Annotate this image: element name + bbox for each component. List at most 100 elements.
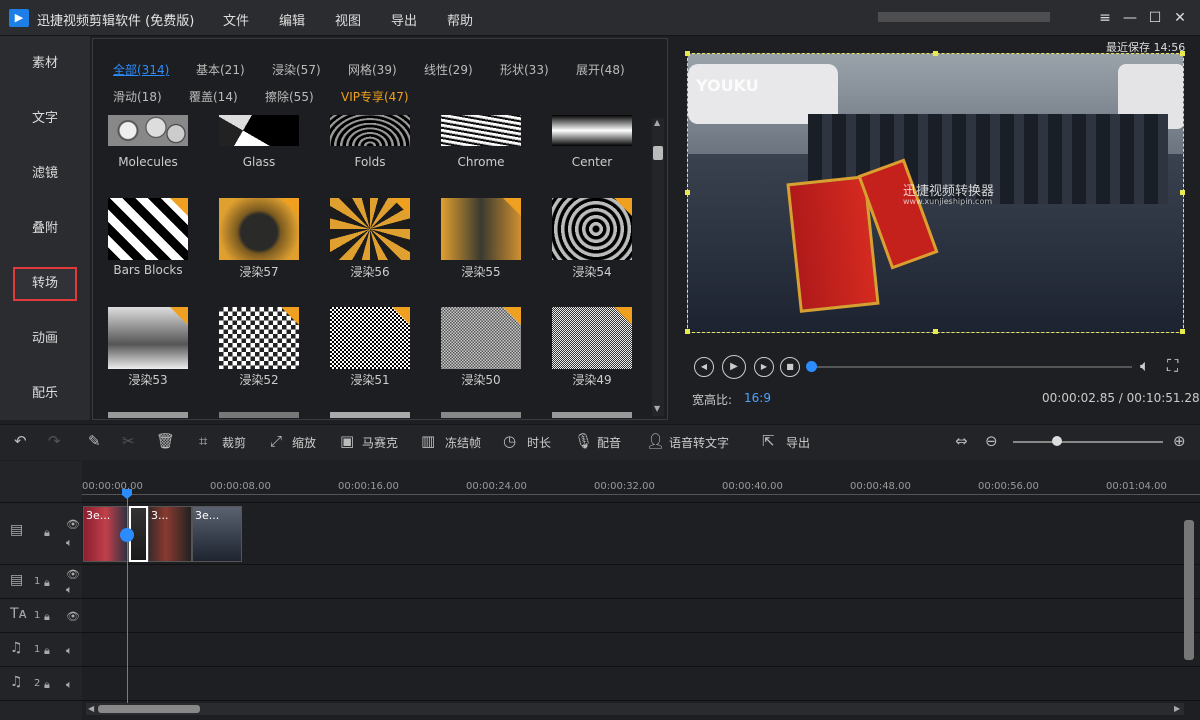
transition-thumb-dissolve55[interactable] bbox=[441, 198, 521, 260]
timeline-vscroll-thumb[interactable] bbox=[1184, 520, 1194, 660]
menu-view[interactable]: 视图 bbox=[335, 10, 361, 29]
fullscreen-icon[interactable]: ⛶ bbox=[1167, 356, 1178, 376]
speech-to-text-icon[interactable]: 👤︎ bbox=[646, 432, 665, 450]
redo-icon[interactable]: ↷ bbox=[48, 432, 61, 450]
video-clip[interactable]: 3e... bbox=[192, 506, 242, 562]
category-unfold[interactable]: 展开(48) bbox=[576, 61, 625, 78]
audio-icon[interactable]: 🔈︎ bbox=[66, 536, 73, 550]
visibility-icon[interactable]: 👁︎ bbox=[66, 610, 80, 623]
prev-frame-icon[interactable]: ◀ bbox=[694, 357, 714, 377]
resize-handle[interactable] bbox=[1180, 51, 1185, 56]
category-slide[interactable]: 滑动(18) bbox=[113, 88, 162, 105]
category-wipe[interactable]: 擦除(55) bbox=[265, 88, 314, 105]
menu-icon[interactable]: ≡ bbox=[1095, 8, 1115, 28]
playhead[interactable] bbox=[127, 494, 128, 704]
mosaic-icon[interactable]: ▣ bbox=[340, 432, 354, 450]
menu-edit[interactable]: 编辑 bbox=[279, 10, 305, 29]
transition-thumb-dissolve57[interactable] bbox=[219, 198, 299, 260]
minimize-button[interactable]: — bbox=[1120, 8, 1140, 28]
delete-icon[interactable]: 🗑︎ bbox=[156, 432, 175, 450]
lock-icon[interactable]: 🔒︎ bbox=[44, 644, 50, 658]
sidebar-item-music[interactable]: 配乐 bbox=[0, 366, 90, 421]
stop-icon[interactable]: ■ bbox=[780, 357, 800, 377]
undo-icon[interactable]: ↶ bbox=[14, 432, 27, 450]
sidebar-item-text[interactable]: 文字 bbox=[0, 91, 90, 146]
resize-handle[interactable] bbox=[1180, 190, 1185, 195]
mosaic-button[interactable]: 马赛克 bbox=[362, 434, 398, 451]
transition-thumb-partial[interactable] bbox=[219, 412, 299, 418]
transition-thumb-dissolve49[interactable] bbox=[552, 307, 632, 369]
playback-progress-knob[interactable] bbox=[806, 361, 817, 372]
duration-icon[interactable]: ◷ bbox=[503, 432, 516, 450]
zoom-out-icon[interactable]: ⊖ bbox=[985, 432, 998, 450]
fit-timeline-icon[interactable]: ⇔ bbox=[955, 432, 968, 450]
audio-icon[interactable]: 🔈︎ bbox=[66, 644, 73, 658]
category-linear[interactable]: 线性(29) bbox=[424, 61, 473, 78]
sidebar-item-animation[interactable]: 动画 bbox=[0, 311, 90, 366]
category-dissolve[interactable]: 浸染(57) bbox=[272, 61, 321, 78]
resize-handle[interactable] bbox=[685, 190, 690, 195]
sidebar-item-transitions[interactable]: 转场 bbox=[0, 256, 90, 311]
transition-thumb-partial[interactable] bbox=[108, 412, 188, 418]
cut-icon[interactable]: ✂ bbox=[122, 432, 135, 450]
resize-handle[interactable] bbox=[933, 51, 938, 56]
timeline-zoom-slider[interactable] bbox=[1013, 441, 1163, 443]
resize-handle[interactable] bbox=[685, 51, 690, 56]
microphone-icon[interactable]: 🎙︎ bbox=[574, 432, 593, 450]
lock-icon[interactable]: 🔒︎ bbox=[44, 576, 50, 590]
transition-thumb-molecules[interactable] bbox=[108, 115, 188, 146]
transition-thumb-partial[interactable] bbox=[552, 412, 632, 418]
crop-button[interactable]: 裁剪 bbox=[222, 434, 246, 451]
category-vip[interactable]: VIP专享(47) bbox=[341, 88, 409, 105]
freeze-frame-button[interactable]: 冻结帧 bbox=[445, 434, 481, 451]
category-shape[interactable]: 形状(33) bbox=[500, 61, 549, 78]
transition-thumb-dissolve50[interactable] bbox=[441, 307, 521, 369]
transition-thumb-partial[interactable] bbox=[441, 412, 521, 418]
resize-handle[interactable] bbox=[933, 329, 938, 334]
video-clip[interactable]: 3... bbox=[148, 506, 192, 562]
lock-icon[interactable]: 🔒︎ bbox=[44, 678, 50, 692]
scroll-right-icon[interactable]: ▶ bbox=[1174, 704, 1180, 713]
transition-thumb-dissolve54[interactable] bbox=[552, 198, 632, 260]
visibility-icon[interactable]: 👁︎ bbox=[66, 568, 80, 581]
zoom-in-icon[interactable]: ⊕ bbox=[1173, 432, 1186, 450]
transition-thumb-dissolve53[interactable] bbox=[108, 307, 188, 369]
maximize-button[interactable]: ☐ bbox=[1145, 8, 1165, 28]
timeline-hscrollbar[interactable] bbox=[86, 703, 1184, 715]
menu-export[interactable]: 导出 bbox=[391, 10, 417, 29]
video-preview[interactable]: YOUKU 迅捷视频转换器 www.xunjieshipin.com bbox=[687, 53, 1184, 333]
transition-thumb-center[interactable] bbox=[552, 115, 632, 146]
transition-thumb-dissolve56[interactable] bbox=[330, 198, 410, 260]
panel-scroll-thumb[interactable] bbox=[653, 146, 663, 160]
play-icon[interactable]: ▶ bbox=[722, 355, 746, 379]
transition-thumb-glass[interactable] bbox=[219, 115, 299, 146]
volume-icon[interactable]: 🔈︎ bbox=[1140, 356, 1150, 376]
category-all[interactable]: 全部(314) bbox=[113, 61, 169, 78]
sidebar-item-overlay[interactable]: 叠附 bbox=[0, 201, 90, 256]
voiceover-button[interactable]: 配音 bbox=[597, 434, 621, 451]
audio-icon[interactable]: 🔈︎ bbox=[66, 583, 73, 597]
zoom-tool-icon[interactable]: ⤢ bbox=[270, 432, 282, 450]
transition-thumb-bars-blocks[interactable] bbox=[108, 198, 188, 260]
transition-thumb-dissolve51[interactable] bbox=[330, 307, 410, 369]
sidebar-item-filters[interactable]: 滤镜 bbox=[0, 146, 90, 201]
menu-help[interactable]: 帮助 bbox=[447, 10, 473, 29]
timeline-hscroll-thumb[interactable] bbox=[98, 705, 200, 713]
next-frame-icon[interactable]: ▶ bbox=[754, 357, 774, 377]
scroll-left-icon[interactable]: ◀ bbox=[88, 704, 94, 713]
scroll-up-icon[interactable]: ▲ bbox=[654, 118, 660, 127]
lock-icon[interactable]: 🔒︎ bbox=[44, 526, 50, 540]
resize-handle[interactable] bbox=[685, 329, 690, 334]
playback-progress-bar[interactable] bbox=[812, 366, 1132, 368]
transition-thumb-chrome[interactable] bbox=[441, 115, 521, 146]
aspect-ratio-value[interactable]: 16:9 bbox=[744, 391, 771, 405]
edit-icon[interactable]: ✎ bbox=[88, 432, 101, 450]
visibility-icon[interactable]: 👁︎ bbox=[66, 518, 80, 531]
crop-icon[interactable]: ⌗ bbox=[199, 432, 207, 450]
sidebar-item-media[interactable]: 素材 bbox=[0, 36, 90, 91]
timeline-zoom-knob[interactable] bbox=[1052, 436, 1062, 446]
export-icon[interactable]: ⇱ bbox=[762, 432, 775, 450]
scroll-down-icon[interactable]: ▼ bbox=[654, 404, 660, 413]
category-cover[interactable]: 覆盖(14) bbox=[189, 88, 238, 105]
transition-thumb-partial[interactable] bbox=[330, 412, 410, 418]
